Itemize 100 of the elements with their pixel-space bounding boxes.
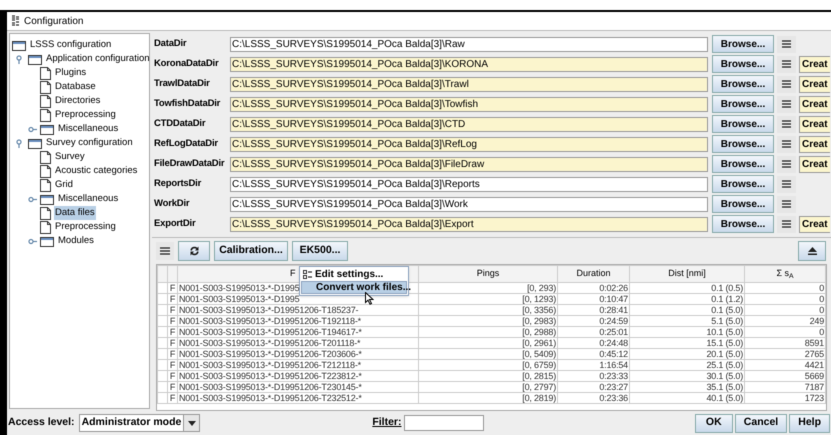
menu-button[interactable] bbox=[777, 116, 796, 132]
browse-button[interactable]: Browse... bbox=[712, 35, 774, 53]
menu-button[interactable] bbox=[777, 216, 796, 232]
tree-item[interactable]: Data files bbox=[54, 206, 96, 220]
page-icon bbox=[40, 150, 51, 164]
toolbar-button[interactable]: EK500... bbox=[292, 241, 348, 261]
table-cell: 0:02:26 bbox=[558, 282, 630, 294]
path-field[interactable]: C:\LSSS_SURVEYS\S1995014_POca Balda[3]\Raw bbox=[230, 36, 708, 52]
tree-item[interactable]: LSSS configuration bbox=[29, 38, 112, 52]
menu-button[interactable] bbox=[777, 76, 796, 92]
browse-button[interactable]: Browse... bbox=[712, 175, 774, 193]
tree-item[interactable]: Modules bbox=[57, 234, 95, 248]
menu-button[interactable] bbox=[777, 136, 796, 152]
path-field[interactable]: C:\LSSS_SURVEYS\S1995014_POca Balda[3]\FileDraw bbox=[230, 156, 708, 172]
folder-icon bbox=[28, 54, 42, 64]
table-cell: 7187 bbox=[744, 382, 826, 392]
folder-icon bbox=[40, 194, 54, 204]
menu-icon bbox=[782, 60, 791, 68]
tree-item[interactable]: Database bbox=[54, 80, 97, 94]
browse-button[interactable]: Browse... bbox=[712, 135, 774, 153]
table-cell: [0, 2983) bbox=[418, 316, 558, 326]
menu-button[interactable] bbox=[777, 196, 796, 212]
tree-item[interactable]: Plugins bbox=[54, 66, 88, 80]
toolbar-button[interactable]: Calibration... bbox=[214, 241, 288, 261]
path-field[interactable]: C:\LSSS_SURVEYS\S1995014_POca Balda[3]\KORONA bbox=[230, 56, 708, 72]
table-cell: 1:16:54 bbox=[558, 360, 630, 370]
dialog-button[interactable]: Cancel bbox=[734, 414, 788, 432]
app-icon bbox=[11, 15, 20, 27]
tree-item[interactable]: Preprocessing bbox=[54, 220, 117, 234]
browse-button[interactable]: Browse... bbox=[712, 95, 774, 113]
tree-item[interactable]: Grid bbox=[54, 178, 74, 192]
browse-button[interactable]: Browse... bbox=[712, 195, 774, 213]
create-button[interactable]: Creat bbox=[799, 76, 830, 92]
tree-item[interactable]: Miscellaneous bbox=[57, 122, 120, 136]
refresh-button[interactable] bbox=[178, 241, 210, 261]
table-cell: 40.1 (5.0) bbox=[630, 392, 744, 404]
tree-item[interactable]: Acoustic categories bbox=[54, 164, 138, 178]
table-cell: 0 bbox=[744, 282, 826, 294]
access-level-dropdown[interactable]: Administrator mode bbox=[78, 414, 200, 432]
browse-button[interactable]: Browse... bbox=[712, 55, 774, 73]
column-header[interactable]: Dist [nmi] bbox=[630, 266, 744, 282]
collapsed-toggle-icon[interactable] bbox=[28, 124, 37, 134]
page-icon bbox=[40, 66, 51, 80]
dialog-button[interactable]: Help bbox=[789, 414, 830, 432]
menu-button[interactable] bbox=[777, 56, 796, 72]
tree-item[interactable]: Survey bbox=[54, 150, 86, 164]
table-cell: 0.1 (5.0) bbox=[630, 304, 744, 316]
create-button[interactable]: Creat bbox=[799, 216, 830, 232]
folder-icon bbox=[12, 40, 26, 50]
table-cell: N001-S003-S1995013-*-D19951206-T232512-* bbox=[178, 392, 418, 404]
tree-item[interactable]: Directories bbox=[54, 94, 102, 108]
path-field[interactable]: C:\LSSS_SURVEYS\S1995014_POca Balda[3]\Export bbox=[230, 216, 708, 232]
browse-button[interactable]: Browse... bbox=[712, 155, 774, 173]
create-button[interactable]: Creat bbox=[799, 156, 830, 172]
create-button[interactable]: Creat bbox=[799, 136, 830, 152]
column-header[interactable]: Duration bbox=[558, 266, 630, 282]
collapsed-toggle-icon[interactable] bbox=[28, 236, 37, 246]
filter-field[interactable] bbox=[404, 415, 484, 431]
menu-icon bbox=[782, 180, 791, 188]
create-button[interactable]: Creat bbox=[799, 96, 830, 112]
create-button[interactable]: Creat bbox=[799, 56, 830, 72]
menu-button[interactable] bbox=[777, 176, 796, 192]
dialog-button[interactable]: OK bbox=[694, 414, 733, 432]
menu-icon bbox=[782, 100, 791, 108]
browse-button[interactable]: Browse... bbox=[712, 215, 774, 233]
menu-button[interactable] bbox=[156, 242, 174, 260]
path-field[interactable]: C:\LSSS_SURVEYS\S1995014_POca Balda[3]\RefLog bbox=[230, 136, 708, 152]
field-label: TowfishDataDir bbox=[154, 96, 222, 111]
tree-item[interactable]: Survey configuration bbox=[45, 136, 134, 150]
tree-item[interactable]: Application configuration bbox=[45, 52, 149, 66]
path-field[interactable]: C:\LSSS_SURVEYS\S1995014_POca Balda[3]\Towfish bbox=[230, 96, 708, 112]
status-flag: F bbox=[168, 304, 178, 316]
column-header[interactable]: Σ s$_{A}$ bbox=[744, 266, 826, 282]
field-label: KoronaDataDir bbox=[154, 56, 220, 71]
table-cell: 0:45:12 bbox=[558, 348, 630, 360]
create-button[interactable]: Creat bbox=[799, 116, 830, 132]
status-flag: F bbox=[168, 294, 178, 304]
table-cell: 0:23:27 bbox=[558, 382, 630, 392]
menu-item[interactable]: Edit settings... bbox=[301, 268, 407, 281]
collapsed-toggle-icon[interactable] bbox=[28, 194, 37, 204]
table-cell: [0, 3356) bbox=[418, 304, 558, 316]
table-cell: N001-S003-S1995013-*-D19951206-T185237- bbox=[178, 304, 418, 316]
table-cell: [0, 293) bbox=[418, 282, 558, 294]
path-field[interactable]: C:\LSSS_SURVEYS\S1995014_POca Balda[3]\CTD bbox=[230, 116, 708, 132]
table-cell: N001-S003-S1995013-*-D19951206-T192118-* bbox=[178, 316, 418, 326]
eject-button[interactable] bbox=[798, 241, 826, 261]
column-header[interactable]: Pings bbox=[418, 266, 558, 282]
table-cell: N001-S003-S1995013-*-D19951206-T203606-* bbox=[178, 348, 418, 360]
status-flag: F bbox=[168, 282, 178, 294]
path-field[interactable]: C:\LSSS_SURVEYS\S1995014_POca Balda[3]\Work bbox=[230, 196, 708, 212]
tree-item[interactable]: Preprocessing bbox=[54, 108, 117, 122]
browse-button[interactable]: Browse... bbox=[712, 75, 774, 93]
path-field[interactable]: C:\LSSS_SURVEYS\S1995014_POca Balda[3]\Trawl bbox=[230, 76, 708, 92]
browse-button[interactable]: Browse... bbox=[712, 115, 774, 133]
tree-item[interactable]: Miscellaneous bbox=[57, 192, 120, 206]
table-cell: 0:10:47 bbox=[558, 294, 630, 304]
menu-button[interactable] bbox=[777, 36, 796, 52]
menu-button[interactable] bbox=[777, 96, 796, 112]
menu-button[interactable] bbox=[777, 156, 796, 172]
path-field[interactable]: C:\LSSS_SURVEYS\S1995014_POca Balda[3]\Reports bbox=[230, 176, 708, 192]
